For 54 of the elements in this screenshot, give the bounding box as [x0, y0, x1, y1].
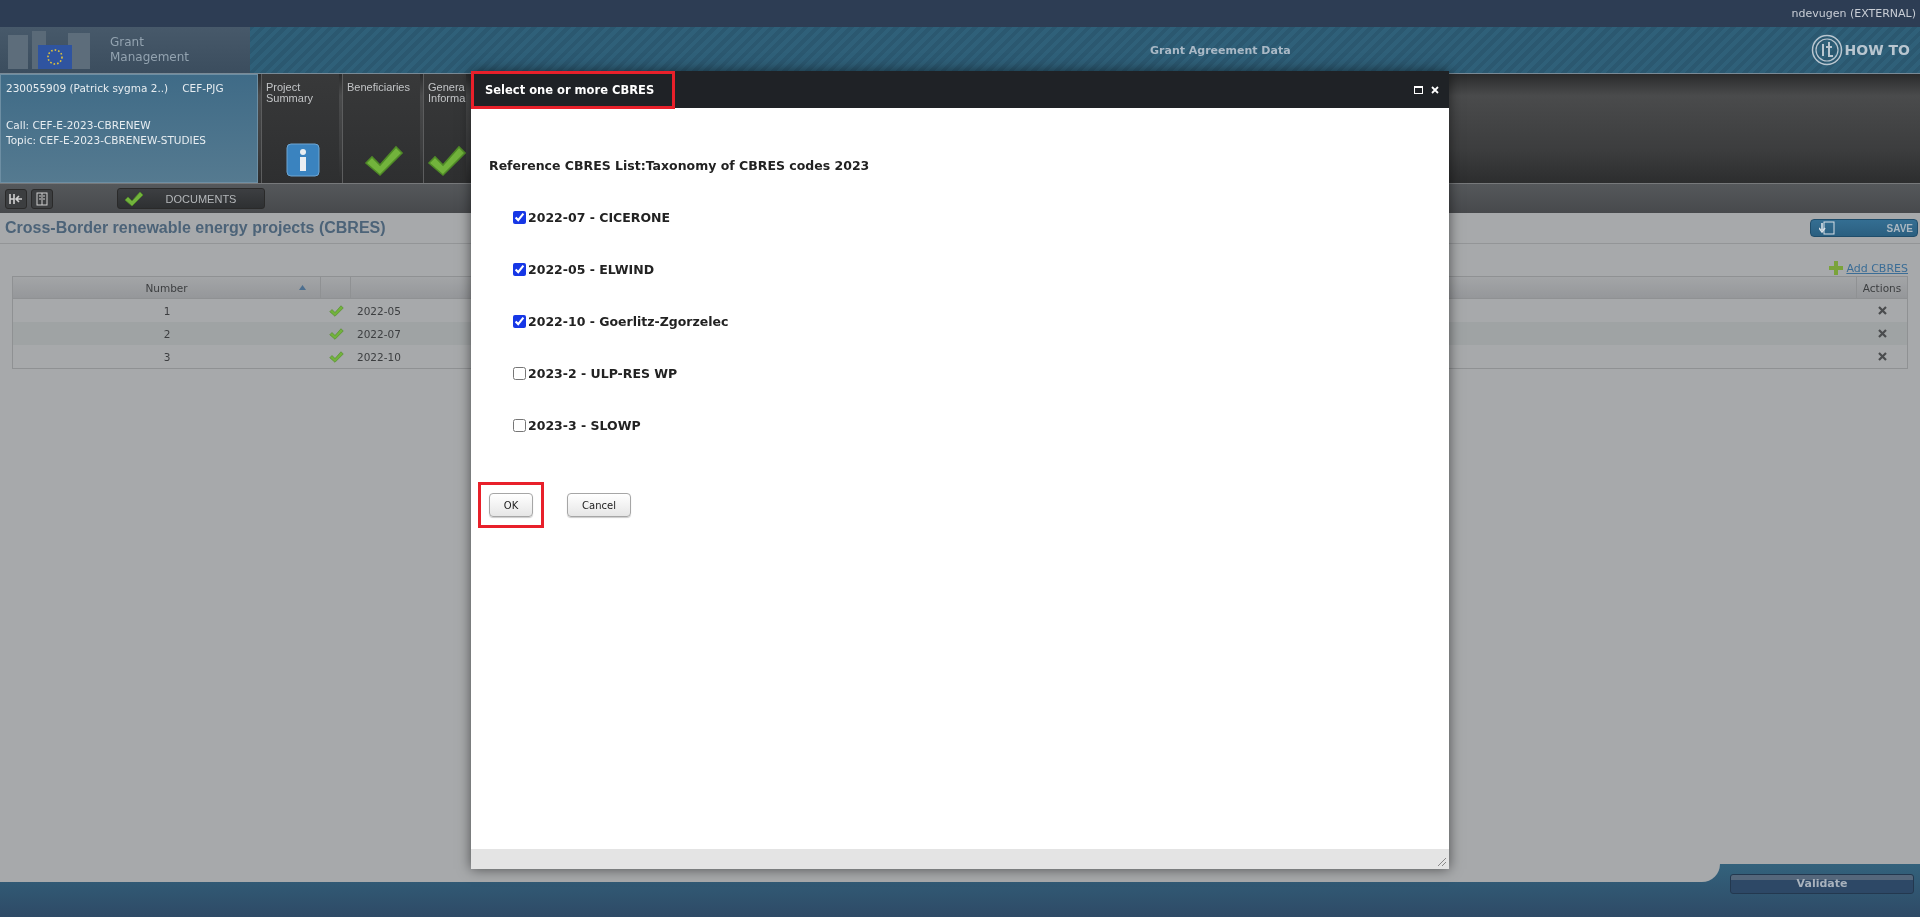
nav-tab[interactable]: Project Summary	[261, 74, 339, 183]
maximize-icon[interactable]	[1414, 85, 1423, 94]
help-icon	[1810, 34, 1843, 66]
save-icon	[1819, 221, 1835, 235]
checkbox[interactable]	[513, 418, 526, 432]
close-icon[interactable]	[1431, 85, 1439, 94]
check-icon	[124, 190, 144, 207]
table-cell: 2022-07	[357, 327, 401, 340]
dialog-title: Select one or more CBRES	[485, 82, 655, 97]
list-heading: Reference CBRES List:Taxonomy of CBRES codes 2023	[489, 158, 871, 173]
arrow-icon	[9, 192, 23, 205]
checkbox[interactable]	[513, 262, 526, 276]
how-to-link[interactable]: HOW TO	[1810, 34, 1910, 66]
checkbox[interactable]	[513, 210, 526, 224]
check-icon	[427, 145, 466, 177]
app-name: Grant Management	[110, 35, 190, 65]
check-icon	[363, 145, 404, 177]
programme-code: CEF-PJG	[182, 81, 224, 96]
nav-tab[interactable]: Beneficiaries	[342, 74, 420, 183]
option-label: 2023-3 - SLOWP	[528, 417, 641, 433]
plus-icon	[1829, 261, 1844, 275]
documents-button[interactable]: DOCUMENTS	[117, 188, 265, 209]
layout-button[interactable]	[31, 188, 53, 209]
column-header[interactable]: Number	[13, 277, 321, 298]
cancel-button[interactable]: Cancel	[567, 493, 631, 517]
section-title: Cross-Border renewable energy projects (CBRES)	[5, 219, 386, 237]
delete-icon[interactable]	[1877, 352, 1887, 361]
option-label: 2022-05 - ELWIND	[528, 261, 655, 277]
ok-button[interactable]: OK	[489, 493, 533, 517]
topic-text: Topic: CEF-E-2023-CBRENEW-STUDIES	[6, 133, 207, 148]
call-text: Call: CEF-E-2023-CBRENEW	[6, 118, 152, 133]
option-label: 2022-07 - CICERONE	[528, 209, 671, 225]
sort-icon	[299, 285, 306, 290]
user-name: ndevugen (EXTERNAL)	[1791, 7, 1916, 20]
validate-button[interactable]: Validate	[1730, 873, 1914, 894]
option-label: 2022-10 - Goerlitz-Zgorzelec	[528, 313, 729, 329]
panel-icon	[36, 191, 48, 206]
delete-icon[interactable]	[1877, 306, 1887, 315]
table-cell: 2	[163, 327, 171, 340]
checkbox[interactable]	[513, 314, 526, 328]
project-id: 230055909 (Patrick sygma 2..)	[6, 81, 169, 96]
table-cell: 2022-10	[357, 350, 401, 363]
resize-grip-icon[interactable]	[1436, 856, 1446, 866]
delete-icon[interactable]	[1877, 329, 1887, 338]
option-label: 2023-2 - ULP-RES WP	[528, 365, 678, 381]
table-cell: 3	[163, 350, 171, 363]
column-header: Actions	[1861, 280, 1903, 296]
nav-tab[interactable]: Genera Informa	[423, 74, 466, 183]
table-cell: 2022-05	[357, 304, 401, 317]
page-title: Grant Agreement Data	[1149, 43, 1292, 57]
checkbox[interactable]	[513, 366, 526, 380]
collapse-button[interactable]	[5, 188, 27, 209]
table-cell: 1	[163, 304, 171, 317]
info-icon	[285, 143, 320, 177]
